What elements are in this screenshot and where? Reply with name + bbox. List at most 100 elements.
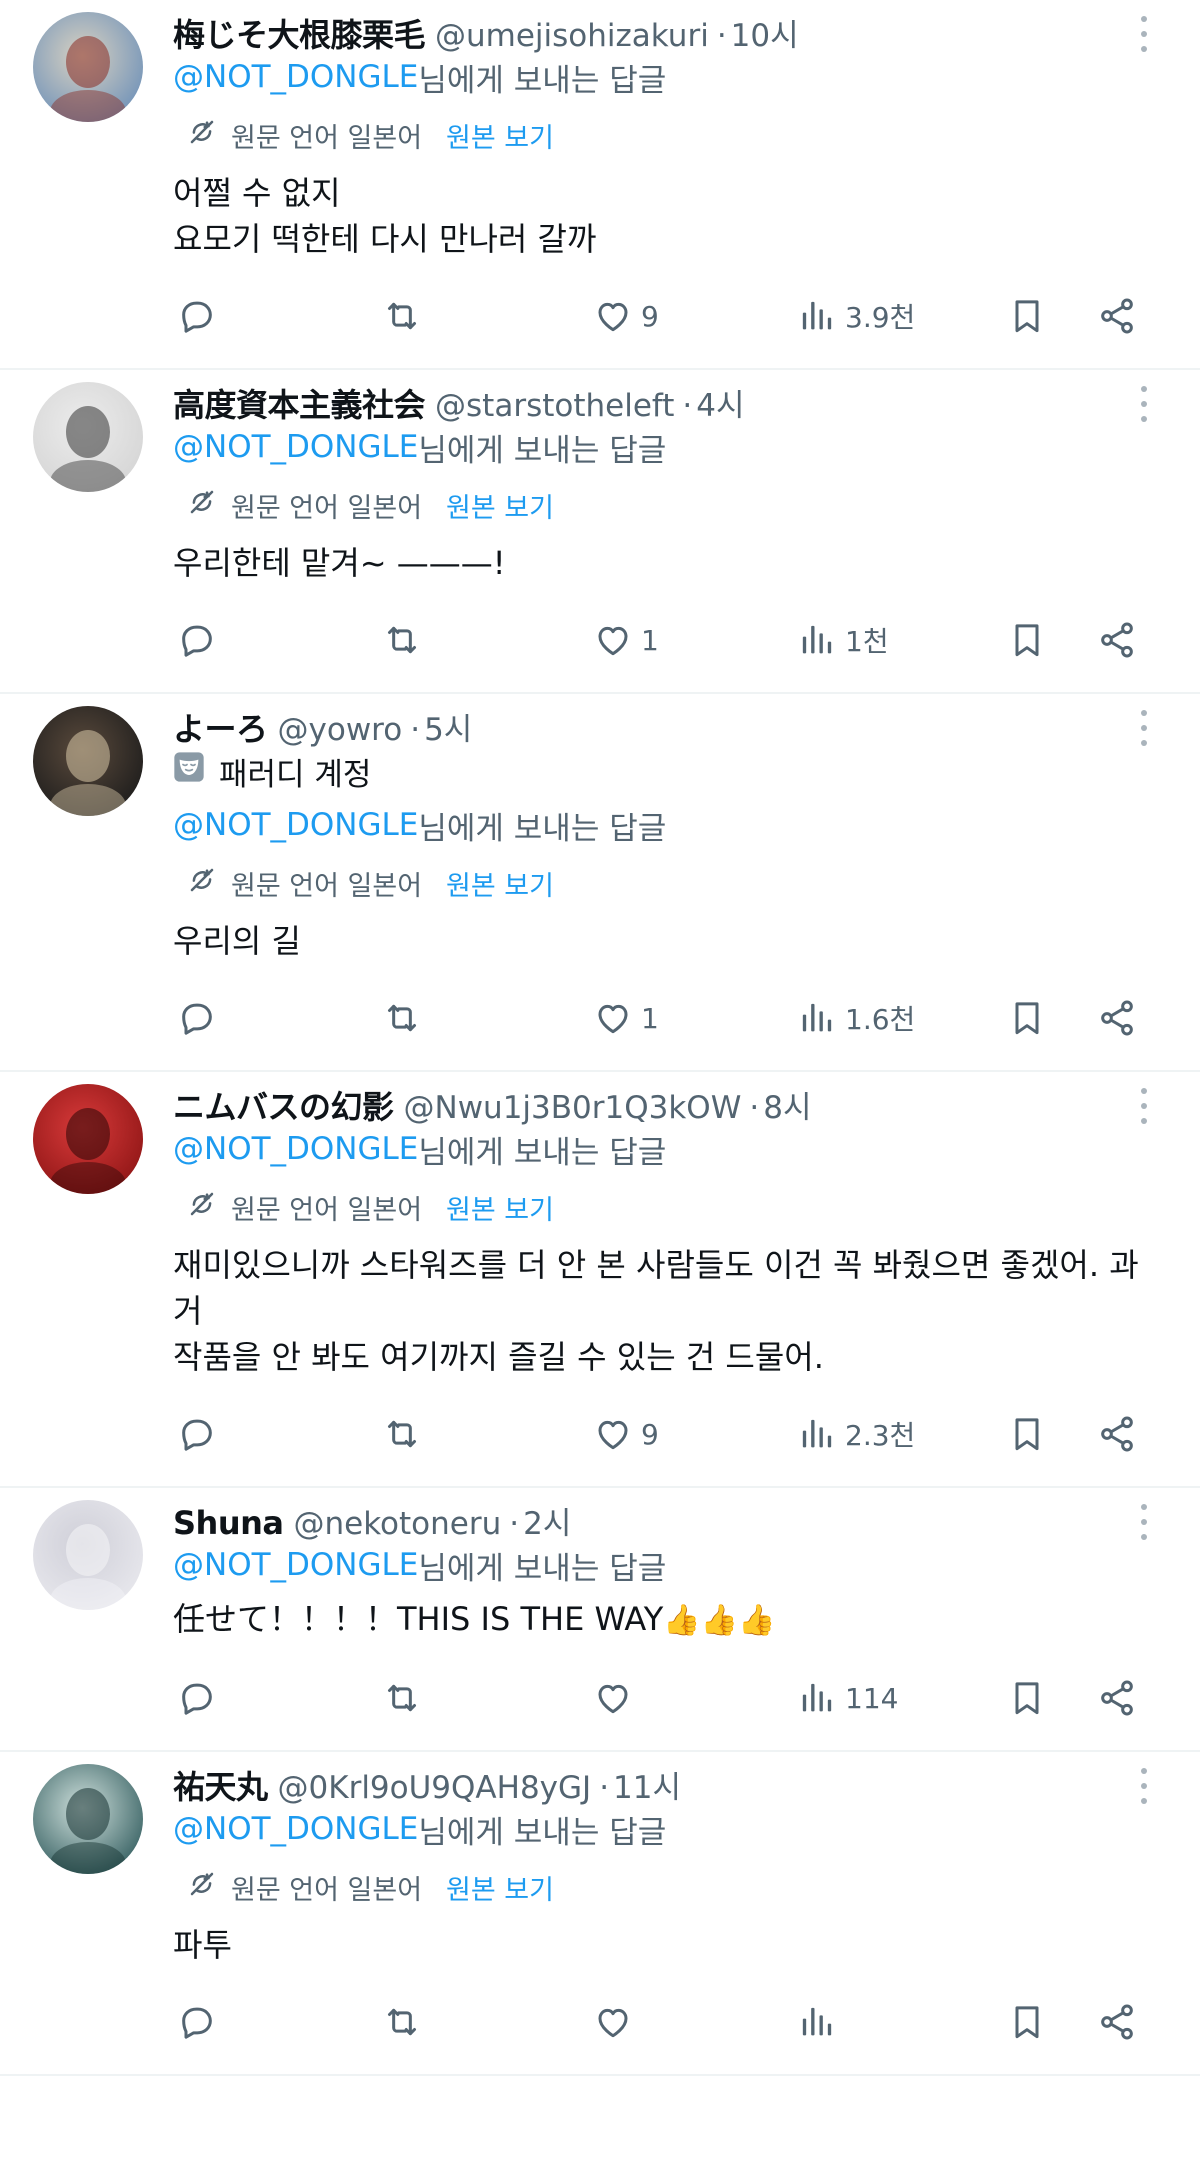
like-count: 1 — [641, 1001, 659, 1035]
views-button[interactable]: 1천 — [797, 620, 889, 660]
user-handle[interactable]: @0Krl9oU9QAH8yGJ — [278, 1770, 592, 1806]
reply-tweet[interactable]: 高度資本主義社会 @starstotheleft · 4시 @NOT_DONGL… — [0, 370, 1200, 694]
share-button[interactable] — [1097, 620, 1137, 660]
mention-link[interactable]: @NOT_DONGLE — [173, 1131, 418, 1167]
retweet-button[interactable] — [381, 2002, 423, 2042]
separator-dot: · — [599, 1770, 610, 1806]
reply-icon — [177, 998, 217, 1038]
view-original-link[interactable]: 원본 보기 — [446, 116, 554, 155]
reply-tweet[interactable]: ニムバスの幻影 @Nwu1j3B0r1Q3kOW · 8시 @NOT_DONGL… — [0, 1072, 1200, 1488]
tweet-text: 우리한테 맡겨~ ———! — [173, 536, 1162, 586]
source-language-label: 원문 언어 일본어 — [231, 492, 423, 524]
retweet-button[interactable] — [381, 296, 423, 336]
replying-to: @NOT_DONGLE 님에게 보내는 답글 — [173, 1538, 1162, 1592]
thumbs-up-emoji: 👍👍👍 — [663, 1603, 776, 1638]
reply-button[interactable] — [177, 1678, 217, 1718]
reply-tweet[interactable]: Shuna @nekotoneru · 2시 @NOT_DONGLE 님에게 보… — [0, 1488, 1200, 1752]
views-button[interactable]: 2.3천 — [797, 1414, 915, 1454]
display-name[interactable]: 高度資本主義社会 — [173, 380, 426, 426]
like-button[interactable]: 9 — [593, 296, 659, 336]
view-original-link[interactable]: 원본 보기 — [446, 486, 554, 525]
reply-button[interactable] — [177, 620, 217, 660]
timestamp[interactable]: 2시 — [523, 1498, 571, 1543]
tweet-body: ニムバスの幻影 @Nwu1j3B0r1Q3kOW · 8시 @NOT_DONGL… — [173, 1082, 1162, 1486]
reply-button[interactable] — [177, 998, 217, 1038]
mention-link[interactable]: @NOT_DONGLE — [173, 59, 418, 95]
bookmark-button[interactable] — [1007, 620, 1047, 660]
display-name[interactable]: 祐天丸 — [173, 1762, 268, 1808]
mention-link[interactable]: @NOT_DONGLE — [173, 1547, 418, 1583]
retweet-button[interactable] — [381, 998, 423, 1038]
more-options-icon[interactable] — [1140, 1768, 1148, 1804]
view-original-link[interactable]: 원본 보기 — [446, 864, 554, 903]
more-options-icon[interactable] — [1140, 1504, 1148, 1540]
view-original-link[interactable]: 원본 보기 — [446, 1188, 554, 1227]
like-button[interactable]: 1 — [593, 620, 659, 660]
separator-dot: · — [682, 388, 693, 424]
like-button[interactable] — [593, 1678, 641, 1718]
user-handle[interactable]: @yowro — [278, 712, 403, 748]
display-name[interactable]: よーろ — [173, 704, 268, 750]
translation-notice: 원문 언어 일본어 원본 보기 — [173, 474, 1162, 536]
timestamp[interactable]: 4시 — [696, 380, 744, 425]
share-button[interactable] — [1097, 296, 1137, 336]
action-bar: 9 3.9천 — [173, 272, 1162, 368]
display-name[interactable]: 梅じそ大根膝栗毛 — [173, 10, 426, 56]
bookmark-button[interactable] — [1007, 1678, 1047, 1718]
reply-icon — [177, 2002, 217, 2042]
timestamp[interactable]: 5시 — [424, 704, 472, 749]
reply-tweet[interactable]: 祐天丸 @0Krl9oU9QAH8yGJ · 11시 @NOT_DONGLE 님… — [0, 1752, 1200, 2076]
more-options-icon[interactable] — [1140, 386, 1148, 422]
bookmark-button[interactable] — [1007, 2002, 1047, 2042]
views-button[interactable]: 1.6천 — [797, 998, 915, 1038]
more-options-icon[interactable] — [1140, 16, 1148, 52]
reply-button[interactable] — [177, 296, 217, 336]
like-button[interactable] — [593, 2002, 641, 2042]
tweet-text-content: 任せて！！！！THIS IS THE WAY — [173, 1600, 664, 1638]
avatar[interactable] — [33, 382, 143, 492]
mention-link[interactable]: @NOT_DONGLE — [173, 429, 418, 465]
view-original-link[interactable]: 원본 보기 — [446, 1868, 554, 1907]
timestamp[interactable]: 8시 — [763, 1082, 811, 1127]
bookmark-button[interactable] — [1007, 1414, 1047, 1454]
translate-icon — [187, 487, 231, 524]
user-handle[interactable]: @umejisohizakuri — [435, 18, 709, 54]
share-button[interactable] — [1097, 1678, 1137, 1718]
views-button[interactable] — [797, 2002, 845, 2042]
more-options-icon[interactable] — [1140, 710, 1148, 746]
avatar[interactable] — [33, 1084, 143, 1194]
reply-tweet[interactable]: よーろ @yowro · 5시 패러디 계정 @NOT_DONGLE 님에게 보… — [0, 694, 1200, 1072]
mention-link[interactable]: @NOT_DONGLE — [173, 807, 418, 843]
tweet-body: 高度資本主義社会 @starstotheleft · 4시 @NOT_DONGL… — [173, 380, 1162, 692]
share-button[interactable] — [1097, 1414, 1137, 1454]
views-button[interactable]: 3.9천 — [797, 296, 915, 336]
timestamp[interactable]: 11시 — [613, 1762, 681, 1807]
user-handle[interactable]: @Nwu1j3B0r1Q3kOW — [404, 1090, 742, 1126]
avatar[interactable] — [33, 12, 143, 122]
reply-button[interactable] — [177, 1414, 217, 1454]
bookmark-button[interactable] — [1007, 998, 1047, 1038]
avatar[interactable] — [33, 1764, 143, 1874]
reply-tweet[interactable]: 梅じそ大根膝栗毛 @umejisohizakuri · 10시 @NOT_DON… — [0, 0, 1200, 370]
timestamp[interactable]: 10시 — [731, 10, 799, 55]
bookmark-button[interactable] — [1007, 296, 1047, 336]
like-button[interactable]: 9 — [593, 1414, 659, 1454]
more-options-icon[interactable] — [1140, 1088, 1148, 1124]
avatar[interactable] — [33, 1500, 143, 1610]
bookmark-icon — [1007, 998, 1047, 1038]
user-handle[interactable]: @starstotheleft — [435, 388, 674, 424]
retweet-button[interactable] — [381, 620, 423, 660]
views-button[interactable]: 114 — [797, 1678, 898, 1718]
share-button[interactable] — [1097, 998, 1137, 1038]
avatar[interactable] — [33, 706, 143, 816]
display-name[interactable]: ニムバスの幻影 — [173, 1082, 394, 1128]
retweet-button[interactable] — [381, 1678, 423, 1718]
share-button[interactable] — [1097, 2002, 1137, 2042]
display-name[interactable]: Shuna — [173, 1504, 284, 1542]
mention-link[interactable]: @NOT_DONGLE — [173, 1811, 418, 1847]
user-handle[interactable]: @nekotoneru — [293, 1506, 501, 1542]
reply-button[interactable] — [177, 2002, 217, 2042]
like-button[interactable]: 1 — [593, 998, 659, 1038]
parody-text: 패러디 계정 — [219, 756, 372, 793]
retweet-button[interactable] — [381, 1414, 423, 1454]
